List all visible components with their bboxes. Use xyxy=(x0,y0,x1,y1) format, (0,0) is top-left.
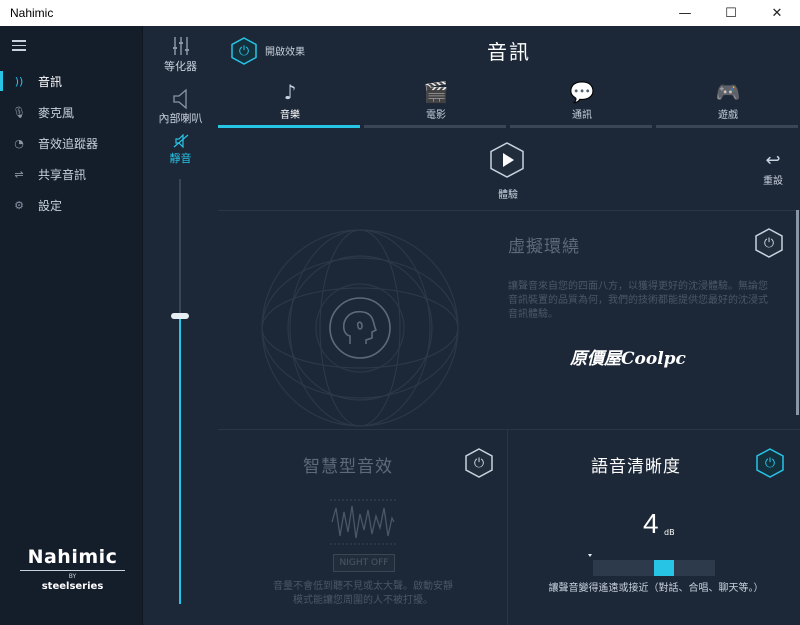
device-button[interactable]: 內部喇叭 xyxy=(143,88,218,126)
experience-section: 體驗 ↩ 重設 xyxy=(218,128,800,211)
surround-description: 讓聲音來自您的四面八方，以獲得更好的沈浸體驗。無論您音訊裝置的品質為何，我們的技… xyxy=(508,281,768,320)
window-title: Nahimic xyxy=(10,6,54,20)
nahimic-logo: Nahimic BY steelseries xyxy=(20,546,125,592)
power-icon: ⏻ xyxy=(763,235,775,251)
surround-power-toggle[interactable]: ⏻ xyxy=(754,228,784,258)
surround-title: 虛擬環繞 xyxy=(508,237,580,257)
reset-icon: ↩ xyxy=(765,150,781,171)
power-icon: ⏻ xyxy=(764,455,776,471)
speaker-icon xyxy=(143,88,218,110)
tab-communication[interactable]: 💬 通訊 xyxy=(510,76,654,128)
page-title: 音訊 xyxy=(487,40,531,64)
sidebar-item-label: 麥克風 xyxy=(38,105,75,120)
tab-label: 電影 xyxy=(426,110,446,121)
header: ⏻ 開啟效果 音訊 xyxy=(218,26,800,76)
clapperboard-icon: 🎬 xyxy=(423,80,449,104)
music-note-icon: ♪ xyxy=(283,80,297,104)
reset-label: 重設 xyxy=(763,176,783,187)
sidebar-item-microphone[interactable]: 🎙 麥克風 xyxy=(0,98,143,126)
equalizer-icon xyxy=(143,36,218,58)
mute-button[interactable]: 靜音 xyxy=(143,133,218,166)
sidebar-item-label: 共享音訊 xyxy=(38,167,87,182)
minimize-button[interactable]: — xyxy=(662,0,708,26)
smart-volume-panel: 智慧型音效 ⏻ NIGHT OFF 音量不會低到聽不見或太大聲。啟動安靜模式能讓… xyxy=(218,430,508,625)
tab-label: 音樂 xyxy=(280,110,300,121)
logo-by: BY xyxy=(20,570,125,580)
virtual-surround-panel: 虛擬環繞 ⏻ 讓聲音來自您的四面八方，以獲得更好的沈浸體驗。無論您音訊裝置的品質… xyxy=(218,212,800,430)
sidebar-item-share-audio[interactable]: ⇌ 共享音訊 xyxy=(0,160,143,188)
equalizer-label: 等化器 xyxy=(164,60,197,73)
tab-gaming[interactable]: 🎮 遊戲 xyxy=(656,76,800,128)
night-mode-toggle[interactable]: NIGHT OFF xyxy=(333,554,395,572)
main-panel: ⏻ 開啟效果 音訊 ♪ 音樂 🎬 電影 💬 通訊 🎮 遊戲 體驗 ↩ 重設 虛擬… xyxy=(218,26,800,625)
sound-tracker-icon: ◔ xyxy=(14,136,24,150)
device-label: 內部喇叭 xyxy=(158,112,203,125)
play-icon xyxy=(503,153,514,167)
tab-movie[interactable]: 🎬 電影 xyxy=(364,76,508,128)
hamburger-menu-icon[interactable] xyxy=(12,40,26,54)
tab-label: 通訊 xyxy=(572,110,592,121)
chat-bubbles-icon: 💬 xyxy=(569,80,595,104)
power-icon: ⏻ xyxy=(473,455,485,471)
logo-name: Nahimic xyxy=(27,546,118,568)
smart-volume-description: 音量不會低到聽不見或太大聲。啟動安靜模式能讓您周圍的人不被打擾。 xyxy=(273,581,453,606)
watermark: 原價屋Coolpc xyxy=(570,349,686,369)
close-button[interactable]: ✕ xyxy=(754,0,800,26)
voice-clarity-unit: dB xyxy=(664,528,675,537)
mute-label: 靜音 xyxy=(169,152,192,165)
voice-clarity-slider-fill[interactable] xyxy=(654,560,674,576)
share-audio-icon: ⇌ xyxy=(14,167,24,181)
gear-icon: ⚙ xyxy=(14,198,24,212)
voice-clarity-panel: 語音清晰度 ⏻ 4 dB 讓聲音變得遙遠或接近（對話、合唱、聊天等。） xyxy=(509,430,800,625)
play-button[interactable] xyxy=(489,142,525,178)
sidebar-item-label: 設定 xyxy=(38,198,63,213)
voice-clarity-slider[interactable] xyxy=(593,560,715,576)
minimize-icon: — xyxy=(678,5,692,21)
scrollbar[interactable] xyxy=(796,210,799,415)
microphone-icon: 🎙 xyxy=(12,105,26,119)
reset-button[interactable]: ↩ 重設 xyxy=(756,150,790,188)
play-label: 體驗 xyxy=(498,190,518,201)
smart-volume-power-toggle[interactable]: ⏻ xyxy=(464,448,494,478)
logo-maker: steelseries xyxy=(41,581,104,592)
sidebar-item-label: 音訊 xyxy=(38,74,63,89)
voice-clarity-power-toggle[interactable]: ⏻ xyxy=(755,448,785,478)
volume-slider-fill xyxy=(179,316,181,604)
close-icon: ✕ xyxy=(771,5,783,21)
voice-clarity-title: 語音清晰度 xyxy=(591,457,681,477)
sidebar-item-settings[interactable]: ⚙ 設定 xyxy=(0,191,143,219)
voice-clarity-value: 4 xyxy=(643,508,659,539)
waveform-icon xyxy=(330,499,396,545)
speaker-wave-icon: )) xyxy=(14,74,24,88)
sidebar: )) 音訊 🎙 麥克風 ◔ 音效追蹤器 ⇌ 共享音訊 ⚙ 設定 Nahimic … xyxy=(0,26,143,625)
tab-label: 遊戲 xyxy=(718,110,738,121)
gamepad-icon: 🎮 xyxy=(715,80,741,104)
volume-column: 等化器 內部喇叭 靜音 xyxy=(143,26,218,625)
profile-tabs: ♪ 音樂 🎬 電影 💬 通訊 🎮 遊戲 xyxy=(218,76,800,128)
volume-slider-thumb[interactable] xyxy=(171,313,189,319)
title-bar: Nahimic — ☐ ✕ xyxy=(0,0,800,26)
sidebar-item-sound-tracker[interactable]: ◔ 音效追蹤器 xyxy=(0,129,143,157)
mute-icon xyxy=(143,133,218,150)
tab-music[interactable]: ♪ 音樂 xyxy=(218,76,362,128)
smart-volume-title: 智慧型音效 xyxy=(303,457,393,477)
equalizer-button[interactable]: 等化器 xyxy=(143,36,218,74)
slider-center-marker xyxy=(588,554,592,557)
maximize-button[interactable]: ☐ xyxy=(708,0,754,26)
sidebar-item-audio[interactable]: )) 音訊 xyxy=(0,67,143,95)
sidebar-item-label: 音效追蹤器 xyxy=(38,136,99,151)
voice-clarity-description: 讓聲音變得遙遠或接近（對話、合唱、聊天等。） xyxy=(548,583,764,594)
surround-sphere-icon xyxy=(261,229,459,427)
maximize-icon: ☐ xyxy=(725,5,737,21)
